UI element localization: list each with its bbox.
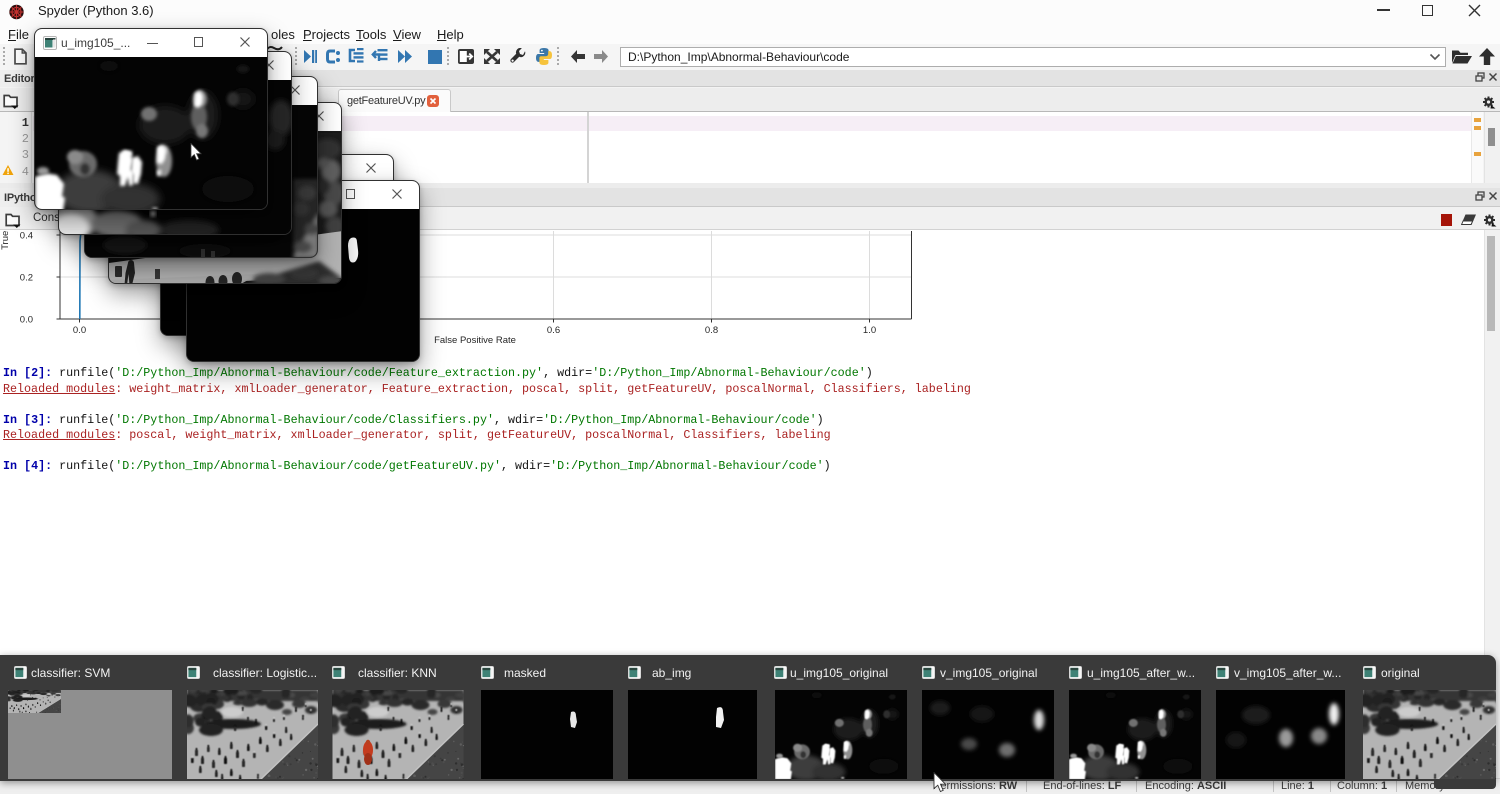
svg-text:0.2: 0.2 — [20, 273, 33, 284]
svg-text:0.6: 0.6 — [547, 325, 560, 336]
svg-text:0.0: 0.0 — [20, 315, 33, 326]
svg-text:0.8: 0.8 — [705, 325, 718, 336]
svg-text:True Positive Rate: True Positive Rate — [0, 231, 11, 250]
svg-text:1.0: 1.0 — [863, 325, 876, 336]
svg-text:False Positive Rate: False Positive Rate — [434, 335, 516, 346]
svg-text:0.0: 0.0 — [73, 325, 86, 336]
svg-text:0.4: 0.4 — [20, 231, 33, 242]
